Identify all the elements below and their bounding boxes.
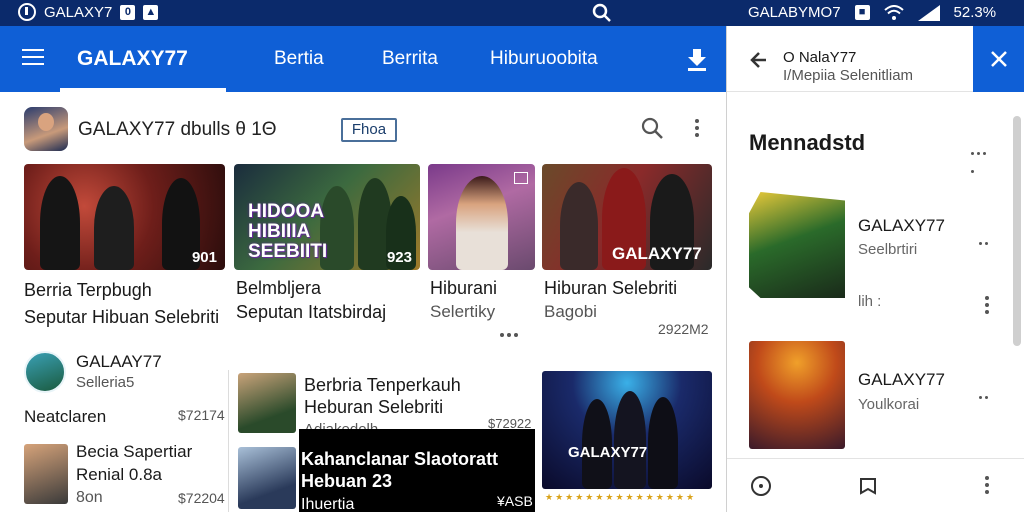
video-overlay-title: HIDOOA HIBIIIA SEEBIITI: [248, 201, 328, 262]
channel-title: GALAXY77 dbulls θ 1Θ: [78, 119, 277, 140]
app-bar: GALAXY77 Bertia Berrita Hiburuoobita: [0, 26, 726, 92]
back-arrow-icon[interactable]: [747, 50, 767, 70]
video-subtitle: Seputar Hibuan Selebriti: [24, 307, 220, 327]
download-icon[interactable]: [684, 46, 710, 72]
scrollbar[interactable]: [1013, 116, 1021, 346]
status-app-name: GALAXY7: [44, 3, 113, 21]
app-logo-icon: [18, 3, 36, 21]
channel-avatar[interactable]: [24, 107, 68, 151]
channel-avatar[interactable]: [24, 351, 66, 393]
status-right: GALABYMO7 ■ 52.3%: [748, 4, 996, 21]
side-item-name[interactable]: GALAXY77: [858, 370, 945, 390]
status-lock-icon: ■: [854, 5, 870, 20]
status-image-icon: ▲: [143, 4, 159, 20]
overlay-meta: ¥ASB: [497, 493, 533, 509]
list-item-title[interactable]: Berbria Tenperkauh: [304, 375, 461, 396]
overlay-card[interactable]: Kahanclanar Slaotoratt Hebuan 23 Ihuerti…: [299, 429, 535, 512]
more-options-icon[interactable]: [694, 119, 700, 139]
video-title[interactable]: Berria Terpbugh: [24, 280, 152, 301]
side-item-meta: lih :: [858, 293, 882, 310]
overlay-subtitle: Hebuan 23: [301, 471, 393, 491]
status-bar: GALAXY7 0 ▲ GALABYMO7 ■ 52.3%: [0, 0, 1024, 26]
video-overlay-title: GALAXY77: [612, 244, 702, 263]
side-item-subtitle: Youlkorai: [858, 396, 920, 413]
badge-icon: [514, 172, 528, 184]
video-title[interactable]: Hiburan Selebriti: [544, 278, 677, 299]
side-item-more-icon[interactable]: [979, 232, 1001, 245]
divider: [228, 370, 229, 512]
close-icon[interactable]: [989, 49, 1009, 69]
tab-brand[interactable]: GALAXY77: [77, 47, 188, 71]
history-icon[interactable]: [749, 474, 773, 498]
list-item-thumbnail[interactable]: [238, 447, 296, 509]
side-item-subtitle: Seelbrtiri: [858, 241, 918, 258]
active-tab-indicator: [60, 88, 226, 92]
video-meta: 2922M2: [658, 321, 709, 337]
list-item-thumbnail[interactable]: [238, 373, 296, 433]
tab-berrita[interactable]: Berrita: [382, 48, 438, 70]
video-duration: 923: [386, 249, 412, 266]
list-item-thumbnail[interactable]: [24, 444, 68, 504]
channel-badge[interactable]: Fhoa: [341, 118, 397, 142]
list-item-detail: 8on: [76, 489, 103, 506]
wifi-icon: [883, 4, 904, 20]
list-item-meta: $72174: [178, 407, 225, 423]
status-search-icon[interactable]: [592, 3, 612, 23]
battery-level: 52.3%: [953, 4, 997, 21]
status-notification-icon: 0: [120, 4, 136, 20]
side-panel-header: O NalaY77 I/Mepiia Selenitliam: [727, 26, 1024, 92]
video-title[interactable]: Belmbljera: [236, 278, 321, 299]
side-panel-title: O NalaY77: [783, 49, 857, 66]
signal-icon: [917, 4, 940, 21]
concert-overlay-label: GALAXY77: [568, 444, 648, 461]
side-panel-toolbar: [727, 458, 1024, 512]
close-button[interactable]: [973, 26, 1024, 92]
rating-stars-icon: ★★★★★★★★★★★★★★★: [545, 492, 697, 502]
bookmark-icon[interactable]: [857, 474, 881, 498]
list-item-title[interactable]: Neatclaren: [24, 407, 106, 427]
side-item-name[interactable]: GALAXY77: [858, 216, 945, 236]
video-thumbnail-2[interactable]: HIDOOA HIBIIIA SEEBIITI 923: [234, 164, 420, 270]
channel-subtitle: Selleria5: [76, 374, 135, 391]
side-item-more-icon[interactable]: [979, 386, 1001, 399]
list-item-subtitle: Heburan Selebriti: [304, 397, 444, 417]
status-center-name: GALABYMO7: [748, 4, 841, 21]
video-more-icon[interactable]: [500, 324, 524, 337]
status-left: GALAXY7 0 ▲: [18, 3, 159, 21]
side-panel-subtitle: I/Mepiia Selenitliam: [783, 67, 914, 84]
menu-icon[interactable]: [22, 49, 44, 67]
video-title[interactable]: Hiburani: [430, 278, 497, 299]
list-item-title[interactable]: Becia Sapertiar: [76, 442, 192, 462]
video-duration: 901: [191, 249, 217, 266]
side-item-thumbnail[interactable]: [749, 341, 845, 449]
list-item-subtitle: Renial 0.8a: [76, 465, 163, 484]
overlay-title: Kahanclanar Slaotoratt: [301, 449, 499, 469]
side-panel: O NalaY77 I/Mepiia Selenitliam Mennadstd…: [726, 26, 1024, 512]
toolbar-more-icon[interactable]: [984, 476, 990, 496]
section-more-icon[interactable]: [971, 142, 993, 173]
video-subtitle: Selertiky: [430, 302, 496, 321]
overlay-detail: Ihuertia: [301, 496, 355, 512]
video-thumbnail-3[interactable]: [428, 164, 535, 270]
section-title: Mennadstd: [749, 130, 866, 155]
side-item-options-icon[interactable]: [984, 296, 990, 316]
video-thumbnail-1[interactable]: 901: [24, 164, 225, 270]
video-subtitle: Bagobi: [544, 302, 597, 321]
channel-name[interactable]: GALAAY77: [76, 352, 162, 372]
tab-hiburan[interactable]: Hiburuoobita: [490, 48, 598, 70]
video-subtitle: Seputan Itatsbirdaj: [236, 302, 387, 322]
video-thumbnail-4[interactable]: GALAXY77: [542, 164, 712, 270]
list-item-meta: $72204: [178, 490, 225, 506]
side-item-thumbnail[interactable]: [749, 192, 845, 298]
video-thumbnail-concert[interactable]: GALAXY77: [542, 371, 712, 489]
tab-bertia[interactable]: Bertia: [274, 48, 324, 70]
search-icon[interactable]: [640, 116, 664, 140]
